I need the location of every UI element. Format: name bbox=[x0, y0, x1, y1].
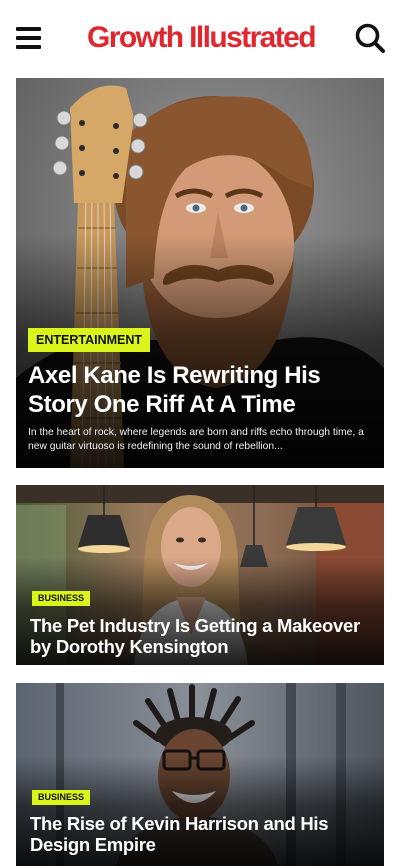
hamburger-menu-icon[interactable] bbox=[16, 25, 42, 51]
category-badge[interactable]: BUSINESS bbox=[32, 790, 91, 805]
category-badge[interactable]: BUSINESS bbox=[32, 591, 91, 606]
article-headline[interactable]: Axel Kane Is Rewriting His Story One Rif… bbox=[28, 361, 372, 419]
article-excerpt: In the heart of rock, where legends are … bbox=[28, 427, 364, 452]
search-icon[interactable] bbox=[354, 22, 386, 54]
category-badge[interactable]: ENTERTAINMENT bbox=[28, 328, 151, 352]
site-logo[interactable]: Growth Illustrated bbox=[70, 19, 332, 57]
article-headline[interactable]: The Rise of Kevin Harrison and His Desig… bbox=[30, 813, 370, 855]
article-card[interactable]: BUSINESS The Rise of Kevin Harrison and … bbox=[16, 683, 384, 866]
article-headline[interactable]: The Pet Industry Is Getting a Makeover b… bbox=[30, 615, 370, 657]
site-header: Growth Illustrated bbox=[0, 0, 400, 76]
featured-article-card[interactable]: ENTERTAINMENT Axel Kane Is Rewriting His… bbox=[16, 78, 384, 468]
article-card[interactable]: BUSINESS The Pet Industry Is Getting a M… bbox=[16, 485, 384, 665]
